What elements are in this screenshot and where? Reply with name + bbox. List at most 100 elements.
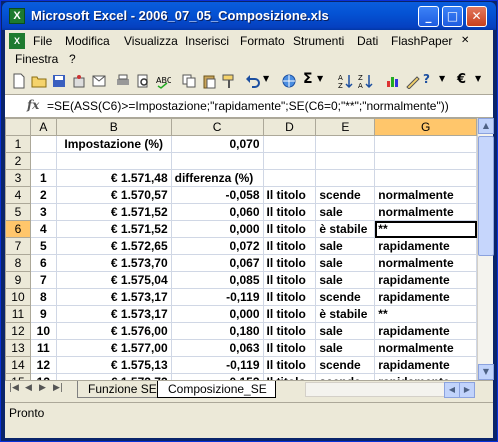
help-icon[interactable]: ? — [423, 72, 439, 88]
cell[interactable]: ** — [374, 220, 477, 238]
permission-icon[interactable] — [71, 73, 87, 89]
row-header[interactable]: 13 — [5, 339, 31, 357]
row-header[interactable]: 7 — [5, 237, 31, 255]
format-painter-icon[interactable] — [221, 73, 237, 89]
cell[interactable] — [170, 152, 264, 170]
cell[interactable]: 0,085 — [170, 271, 264, 289]
tab-composizione-se[interactable]: Composizione_SE — [157, 381, 276, 398]
cell[interactable]: € 1.571,48 — [55, 169, 172, 187]
cell[interactable] — [374, 169, 477, 187]
menu-file[interactable]: File — [33, 34, 52, 48]
cell[interactable]: 12 — [29, 356, 57, 374]
cell[interactable]: Il titolo — [262, 271, 317, 289]
cell[interactable]: normalmente — [374, 254, 477, 272]
cell[interactable]: € 1.573,17 — [55, 288, 172, 306]
autosum-dropdown-icon[interactable]: ▼ — [317, 74, 333, 90]
cell[interactable]: 0,063 — [170, 339, 264, 357]
cell[interactable]: sale — [315, 271, 376, 289]
formula-input[interactable]: =SE(ASS(C6)>=Impostazione;"rapidamente";… — [47, 99, 487, 113]
scroll-left-icon[interactable]: ◀ — [444, 382, 460, 398]
cell[interactable]: Impostazione (%) — [55, 135, 172, 153]
cell[interactable]: sale — [315, 203, 376, 221]
cell[interactable]: € 1.575,04 — [55, 271, 172, 289]
row-header[interactable]: 8 — [5, 254, 31, 272]
cell[interactable]: Il titolo — [262, 186, 317, 204]
cell[interactable]: € 1.571,52 — [55, 220, 172, 238]
cell[interactable]: Il titolo — [262, 203, 317, 221]
cell[interactable]: € 1.577,00 — [55, 339, 172, 357]
row-header[interactable]: 3 — [5, 169, 31, 187]
chart-wizard-icon[interactable] — [385, 73, 401, 89]
toolbar-options-icon[interactable]: ▼ — [475, 74, 491, 90]
menu-flashpaper[interactable]: FlashPaper — [391, 34, 452, 48]
scroll-down-icon[interactable]: ▼ — [478, 364, 494, 380]
cell[interactable]: scende — [315, 186, 376, 204]
excel-app-icon[interactable]: X — [9, 8, 25, 24]
cell[interactable]: 11 — [29, 339, 57, 357]
menu-formato[interactable]: Formato — [240, 34, 285, 48]
cell[interactable] — [262, 169, 317, 187]
paste-icon[interactable] — [201, 73, 217, 89]
cell[interactable]: 5 — [29, 237, 57, 255]
cell[interactable]: 0,180 — [170, 322, 264, 340]
row-header[interactable]: 9 — [5, 271, 31, 289]
cell[interactable] — [315, 135, 376, 153]
minimize-button[interactable]: _ — [418, 6, 439, 27]
cell[interactable]: differenza (%) — [170, 169, 264, 187]
column-header[interactable]: G — [374, 118, 477, 136]
column-header[interactable]: D — [262, 118, 317, 136]
insert-function-icon[interactable]: fx — [27, 98, 39, 112]
title-bar[interactable]: X Microsoft Excel - 2006_07_05_Composizi… — [2, 2, 496, 30]
open-folder-icon[interactable] — [31, 73, 47, 89]
sort-descending-icon[interactable]: ZA — [357, 73, 373, 89]
cell[interactable]: rapidamente — [374, 271, 477, 289]
sort-ascending-icon[interactable]: AZ — [337, 73, 353, 89]
cell[interactable]: Il titolo — [262, 322, 317, 340]
column-header[interactable]: C — [170, 118, 264, 136]
row-header[interactable]: 11 — [5, 305, 31, 323]
cell[interactable]: Il titolo — [262, 254, 317, 272]
cell[interactable] — [374, 135, 477, 153]
menu-help[interactable]: ? — [69, 52, 76, 66]
cell[interactable]: 0,000 — [170, 220, 264, 238]
cell[interactable]: € 1.575,13 — [55, 356, 172, 374]
cell[interactable]: Il titolo — [262, 339, 317, 357]
scroll-right-icon[interactable]: ▶ — [459, 382, 475, 398]
menu-strumenti[interactable]: Strumenti — [293, 34, 344, 48]
cell[interactable] — [315, 152, 376, 170]
cell[interactable]: 0,000 — [170, 305, 264, 323]
cell[interactable]: è stabile — [315, 305, 376, 323]
workbook-icon[interactable]: X — [9, 33, 25, 49]
cell[interactable]: rapidamente — [374, 237, 477, 255]
cell[interactable]: € 1.570,57 — [55, 186, 172, 204]
row-header[interactable]: 2 — [5, 152, 31, 170]
cell[interactable]: Il titolo — [262, 356, 317, 374]
cell[interactable]: € 1.573,17 — [55, 305, 172, 323]
cell[interactable]: rapidamente — [374, 288, 477, 306]
vertical-scrollbar[interactable]: ▲ ▼ — [477, 118, 494, 380]
cell[interactable] — [315, 169, 376, 187]
column-header[interactable]: B — [55, 118, 172, 136]
cell[interactable]: sale — [315, 237, 376, 255]
horizontal-scrollbar[interactable]: ◀ ▶ — [305, 382, 475, 398]
cell[interactable]: 9 — [29, 305, 57, 323]
undo-dropdown-icon[interactable]: ▼ — [263, 74, 279, 90]
cell[interactable]: -0,119 — [170, 356, 264, 374]
help-dropdown-icon[interactable]: ▼ — [439, 74, 455, 90]
row-header[interactable]: 5 — [5, 203, 31, 221]
row-header[interactable]: 14 — [5, 356, 31, 374]
cell[interactable]: -0,119 — [170, 288, 264, 306]
menu-dati[interactable]: Dati — [357, 34, 378, 48]
cell[interactable]: rapidamente — [374, 322, 477, 340]
cell[interactable]: € 1.572,65 — [55, 237, 172, 255]
cell[interactable]: € 1.573,70 — [55, 254, 172, 272]
scroll-thumb[interactable] — [478, 136, 494, 256]
new-document-icon[interactable] — [11, 73, 27, 89]
close-workbook-icon[interactable]: ✕ — [461, 35, 469, 46]
cell[interactable]: -0,058 — [170, 186, 264, 204]
print-preview-icon[interactable] — [135, 73, 151, 89]
column-header[interactable]: A — [29, 118, 57, 136]
email-icon[interactable] — [91, 73, 107, 89]
row-header[interactable]: 1 — [5, 135, 31, 153]
menu-visualizza[interactable]: Visualizza — [124, 34, 178, 48]
